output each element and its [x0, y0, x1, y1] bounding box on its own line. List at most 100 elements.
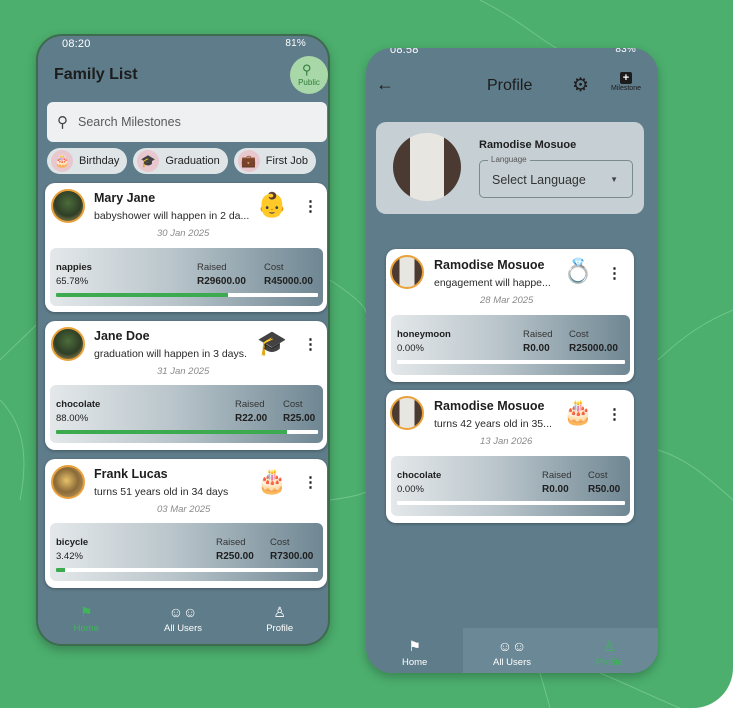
cost-label: Cost	[264, 262, 284, 273]
funding-panel: nappies 65.78% Raised R29600.00 Cost R45…	[50, 248, 323, 306]
card-date: 13 Jan 2026	[480, 436, 533, 447]
raised-value: R29600.00	[197, 276, 246, 287]
status-bar: 08:58 83%	[366, 48, 658, 60]
progress-percent: 0.00%	[397, 343, 424, 354]
funding-panel: honeymoon 0.00% Raised R0.00 Cost R25000…	[391, 315, 630, 375]
page-title: Profile	[487, 77, 533, 94]
raised-value: R0.00	[523, 343, 550, 354]
profile-card: Ramodise Mosuoe Language Select Language…	[376, 122, 644, 214]
card-name: Ramodise Mosuoe	[434, 258, 545, 272]
cake-icon: 🎂	[563, 399, 593, 426]
card-date: 30 Jan 2025	[157, 228, 210, 239]
milestone-card[interactable]: Ramodise Mosuoe engagement will happe...…	[386, 249, 634, 382]
language-value: Select Language	[492, 173, 586, 187]
raised-value: R250.00	[216, 551, 254, 562]
progress-bar	[56, 568, 318, 572]
card-description: babyshower will happen in 2 da...	[94, 210, 250, 222]
avatar	[51, 327, 85, 361]
page-title: Family List	[54, 66, 138, 83]
nav-label: Profile	[595, 657, 623, 668]
chip-first-job[interactable]: 💼 First Job	[233, 148, 316, 174]
nav-home[interactable]: ⚑ Home	[366, 628, 464, 673]
nav-profile[interactable]: ♙ Profile	[231, 594, 328, 644]
chip-graduation[interactable]: 🎓 Graduation	[133, 148, 228, 174]
raised-label: Raised	[197, 262, 227, 273]
raised-label: Raised	[542, 470, 572, 481]
item-name: chocolate	[397, 470, 442, 481]
cost-label: Cost	[569, 329, 589, 340]
cost-label: Cost	[588, 470, 608, 481]
chip-birthday[interactable]: 🎂 Birthday	[47, 148, 128, 174]
nav-home[interactable]: ⚑ Home	[38, 594, 135, 644]
nav-all-users[interactable]: ☺☺ All Users	[135, 594, 232, 644]
raised-label: Raised	[216, 537, 246, 548]
avatar	[390, 255, 424, 289]
more-options-icon[interactable]: ⋮	[607, 405, 622, 423]
cost-value: R45000.00	[264, 276, 313, 287]
progress-bar	[56, 430, 318, 434]
dropdown-caret-icon: ▼	[610, 175, 618, 184]
language-select[interactable]: Language Select Language ▼	[479, 155, 633, 198]
item-name: honeymoon	[397, 329, 451, 340]
progress-percent: 0.00%	[397, 484, 424, 495]
battery-level: 81%	[285, 38, 306, 49]
progress-percent: 88.00%	[56, 413, 89, 424]
raised-value: R0.00	[542, 484, 569, 495]
nav-label: All Users	[492, 657, 531, 668]
chip-label: Graduation	[165, 155, 220, 167]
cost-value: R25.00	[283, 413, 316, 424]
chip-label: First Job	[265, 155, 308, 167]
more-options-icon[interactable]: ⋮	[303, 197, 318, 215]
more-options-icon[interactable]: ⋮	[303, 335, 318, 353]
progress-percent: 65.78%	[56, 276, 89, 287]
plus-icon: +	[620, 72, 632, 84]
profile-phone: 08:58 83% ← Profile ⚙ + Milestone Ramodi…	[366, 48, 658, 673]
cake-icon: 🎂	[257, 468, 287, 495]
background: 08:20 81% Family List ⚲ Public ⚲ Search …	[0, 0, 733, 708]
progress-bar	[397, 501, 625, 505]
profile-avatar[interactable]	[393, 133, 461, 201]
card-description: turns 42 years old in 35...	[434, 418, 552, 430]
status-time: 08:20	[62, 38, 91, 50]
gear-icon[interactable]: ⚙	[572, 74, 589, 97]
search-input[interactable]: ⚲ Search Milestones	[47, 102, 327, 142]
card-description: engagement will happe...	[434, 277, 551, 289]
progress-bar	[56, 293, 318, 297]
milestone-card[interactable]: Mary Jane babyshower will happen in 2 da…	[45, 183, 327, 312]
raised-value: R22.00	[235, 413, 268, 424]
nav-all-users[interactable]: ☺☺ All Users	[463, 628, 560, 673]
milestone-card[interactable]: Ramodise Mosuoe turns 42 years old in 35…	[386, 390, 634, 523]
raised-label: Raised	[235, 399, 265, 410]
ring-icon: 💍	[563, 258, 593, 285]
back-arrow-icon[interactable]: ←	[376, 74, 394, 95]
cost-value: R7300.00	[270, 551, 314, 562]
item-name: chocolate	[56, 399, 101, 410]
item-name: bicycle	[56, 537, 89, 548]
family-list-phone: 08:20 81% Family List ⚲ Public ⚲ Search …	[36, 34, 330, 646]
progress-fill	[56, 568, 65, 572]
milestone-card[interactable]: Jane Doe graduation will happen in 3 day…	[45, 321, 327, 450]
card-name: Ramodise Mosuoe	[434, 399, 545, 413]
avatar	[51, 189, 85, 223]
cost-label: Cost	[283, 399, 303, 410]
nav-label: All Users	[164, 623, 203, 634]
public-button[interactable]: ⚲ Public	[290, 56, 328, 94]
card-description: graduation will happen in 3 days.	[94, 348, 247, 360]
funding-panel: chocolate 0.00% Raised R0.00 Cost R50.00	[391, 456, 630, 516]
cost-value: R25000.00	[569, 343, 618, 354]
baby-icon: 👶	[257, 192, 287, 219]
language-legend: Language	[488, 155, 530, 164]
graduation-cap-icon: 🎓	[257, 330, 287, 357]
avatar	[51, 465, 85, 499]
public-label: Public	[298, 78, 320, 87]
add-milestone-button[interactable]: + Milestone	[606, 72, 646, 92]
nav-label: Profile	[266, 623, 294, 634]
search-icon: ⚲	[302, 62, 312, 77]
milestone-card[interactable]: Frank Lucas turns 51 years old in 34 day…	[45, 459, 327, 588]
card-date: 31 Jan 2025	[157, 366, 210, 377]
nav-profile[interactable]: ♙ Profile	[561, 628, 658, 673]
card-name: Frank Lucas	[94, 467, 168, 481]
person-icon: ♙	[603, 638, 616, 654]
more-options-icon[interactable]: ⋮	[303, 473, 318, 491]
more-options-icon[interactable]: ⋮	[607, 264, 622, 282]
